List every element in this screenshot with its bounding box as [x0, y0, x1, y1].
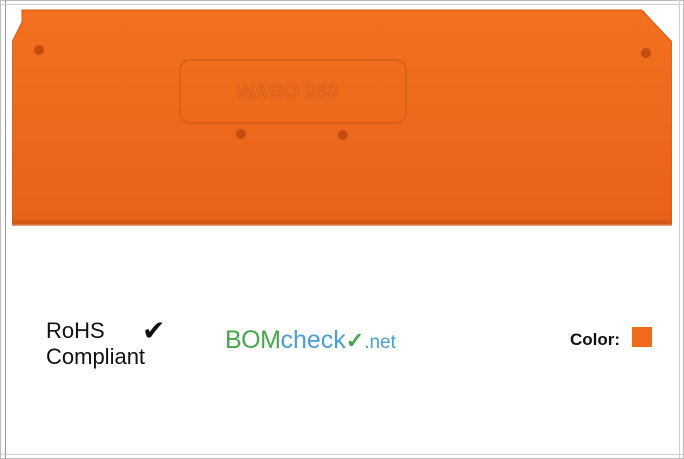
frame-top-edge	[0, 4, 684, 5]
pin-hole-center-right	[338, 130, 348, 140]
bomcheck-tick-icon: ✓	[345, 328, 365, 353]
rohs-label: RoHS	[46, 318, 105, 343]
pin-hole-center-left	[236, 129, 246, 139]
bomcheck-logo: BOMcheck✓.net	[225, 326, 396, 355]
end-plate-bottom-shadow	[12, 220, 672, 226]
compliant-label: Compliant	[46, 344, 146, 369]
rohs-compliance: RoHS Compliant ✔	[46, 315, 206, 374]
bomcheck-logo-check: check	[280, 326, 346, 354]
pin-hole-right	[641, 48, 651, 58]
color-swatch	[632, 327, 652, 347]
molded-logo-text: WAGO 280	[236, 81, 338, 103]
frame-bottom-edge	[0, 454, 684, 455]
check-icon: ✔	[142, 315, 166, 346]
color-label: Color:	[570, 330, 621, 349]
bomcheck-logo-bom: BOM	[225, 326, 281, 354]
end-plate	[12, 9, 672, 225]
frame-right-edge	[679, 0, 680, 459]
pin-hole-left	[34, 45, 44, 55]
bomcheck-logo-net: .net	[364, 332, 396, 353]
frame-left-edge	[5, 0, 6, 459]
product-image: WAGO 280	[12, 9, 672, 226]
